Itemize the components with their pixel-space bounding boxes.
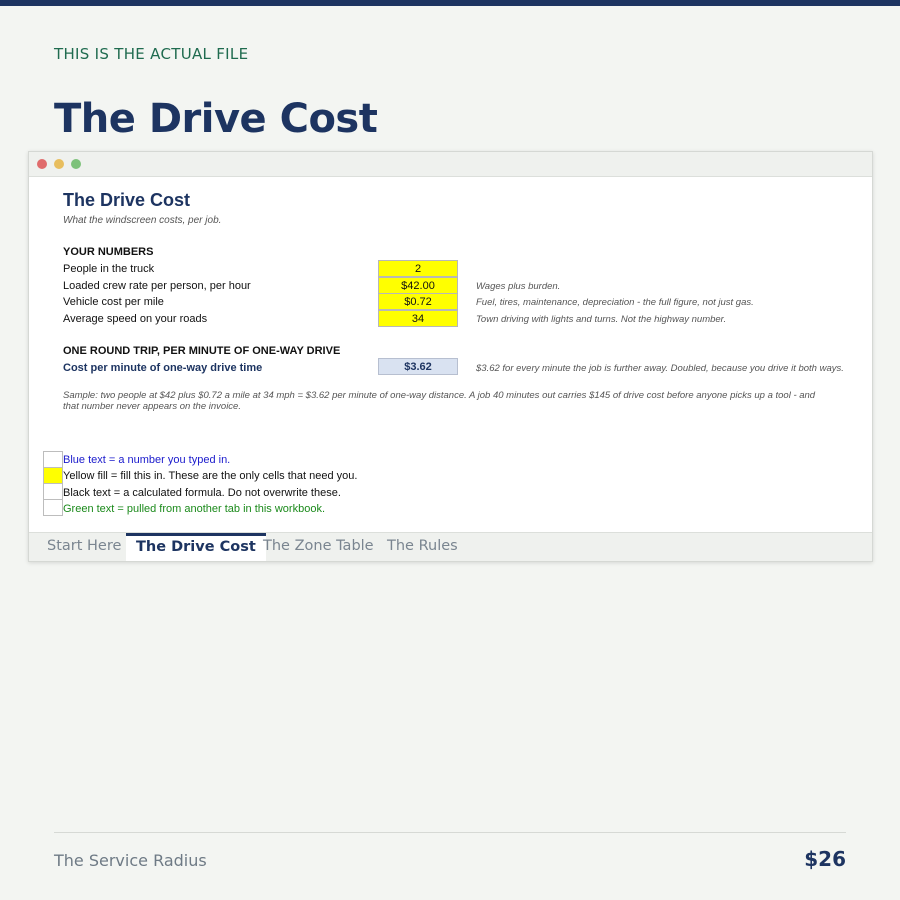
input-cell-vehicle-cost[interactable]: $0.72 [378, 293, 458, 310]
legend-text-black: Black text = a calculated formula. Do no… [63, 487, 341, 499]
sheet-tab-bar: Start Here The Drive Cost The Zone Table… [29, 532, 872, 561]
input-label-speed: Average speed on your roads [63, 313, 208, 325]
legend-text-yellow: Yellow fill = fill this in. These are th… [63, 470, 358, 482]
legend-swatch-yellow [43, 467, 63, 484]
legend-swatch-blue [43, 451, 63, 468]
window-titlebar [29, 152, 872, 177]
spreadsheet-window: The Drive Cost What the windscreen costs… [28, 151, 873, 562]
sheet-title: The Drive Cost [63, 190, 191, 210]
legend-swatch-green [43, 499, 63, 516]
input-note-vehicle-cost: Fuel, tires, maintenance, depreciation -… [476, 297, 754, 308]
footer-price: $26 [804, 847, 846, 871]
maximize-window-icon[interactable] [71, 159, 81, 169]
result-cell[interactable]: $3.62 [378, 358, 458, 375]
result-label: Cost per minute of one-way drive time [63, 362, 263, 374]
top-accent-bar [0, 0, 900, 6]
sheet-grid: The Drive Cost What the windscreen costs… [29, 177, 872, 533]
footer-divider [54, 832, 846, 833]
input-cell-people[interactable]: 2 [378, 260, 458, 277]
input-note-speed: Town driving with lights and turns. Not … [476, 314, 727, 325]
input-cell-crew-rate[interactable]: $42.00 [378, 277, 458, 294]
sheet-subtitle: What the windscreen costs, per job. [63, 215, 222, 226]
eyebrow-label: THIS IS THE ACTUAL FILE [54, 45, 249, 63]
legend-swatch-black [43, 483, 63, 500]
minimize-window-icon[interactable] [54, 159, 64, 169]
input-label-people: People in the truck [63, 263, 155, 275]
legend-text-blue: Blue text = a number you typed in. [63, 454, 231, 466]
tab-start-here[interactable]: Start Here [37, 533, 131, 561]
result-note: $3.62 for every minute the job is furthe… [476, 363, 844, 374]
footer-product-name: The Service Radius [54, 851, 207, 870]
inputs-heading: YOUR NUMBERS [63, 246, 154, 258]
tab-the-zone-table[interactable]: The Zone Table [253, 533, 384, 561]
tab-the-drive-cost[interactable]: The Drive Cost [126, 533, 266, 561]
result-heading: ONE ROUND TRIP, PER MINUTE OF ONE-WAY DR… [63, 345, 341, 357]
legend-text-green: Green text = pulled from another tab in … [63, 503, 326, 515]
input-note-crew-rate: Wages plus burden. [476, 281, 561, 292]
input-cell-speed[interactable]: 34 [378, 310, 458, 327]
page-title: The Drive Cost [54, 96, 378, 142]
tab-the-rules[interactable]: The Rules [377, 533, 468, 561]
close-window-icon[interactable] [37, 159, 47, 169]
sample-note: Sample: two people at $42 plus $0.72 a m… [63, 390, 816, 412]
input-label-crew-rate: Loaded crew rate per person, per hour [63, 280, 251, 292]
input-label-vehicle-cost: Vehicle cost per mile [63, 296, 164, 308]
